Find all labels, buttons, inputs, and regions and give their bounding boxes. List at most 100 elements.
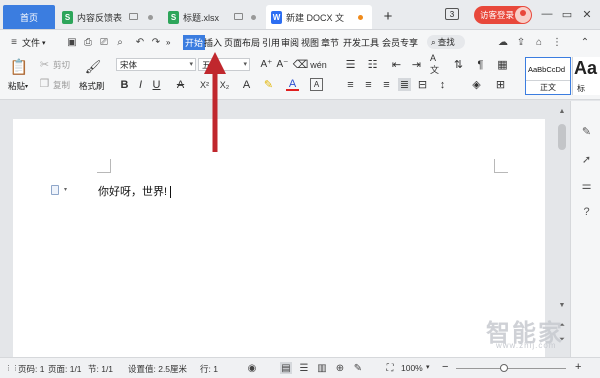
page-number-status[interactable]: 页码: 1 <box>18 363 44 375</box>
bold-icon[interactable]: B <box>118 78 131 91</box>
maximize-icon[interactable]: ▭ <box>560 6 574 22</box>
chevron-down-icon[interactable]: ▾ <box>64 186 67 193</box>
format-painter-icon[interactable]: 🖌 <box>85 58 102 75</box>
italic-icon[interactable]: I <box>134 78 147 91</box>
numbered-list-icon[interactable]: ☷ <box>366 58 379 71</box>
font-color-icon[interactable]: A <box>286 78 299 91</box>
copy-button[interactable]: 复制 <box>53 79 70 91</box>
show-marks-icon[interactable]: ¶ <box>474 58 487 71</box>
print-icon[interactable]: ⎚ <box>98 36 110 48</box>
sort-icon[interactable]: ⇅ <box>452 58 465 71</box>
text-effect-icon[interactable]: A <box>240 78 253 91</box>
menu-references[interactable]: 引用 <box>262 35 280 50</box>
tab-content-feedback[interactable]: S 内容反馈表 <box>57 5 161 29</box>
page-view-icon[interactable]: ▤ <box>280 362 292 374</box>
more-options-icon[interactable]: ⋮ <box>551 36 563 48</box>
menu-home[interactable]: 开始 <box>183 35 206 50</box>
zoom-slider-thumb[interactable] <box>500 364 508 372</box>
paste-button[interactable]: 粘贴 ▾ <box>8 80 28 92</box>
tab-home[interactable]: 首页 <box>3 5 55 29</box>
cut-button[interactable]: 剪切 <box>53 59 70 71</box>
decrease-indent-icon[interactable]: ⇤ <box>390 58 403 71</box>
row-status[interactable]: 行: 1 <box>200 363 218 375</box>
increase-indent-icon[interactable]: ⇥ <box>410 58 423 71</box>
zoom-dropdown-icon[interactable]: ▾ <box>426 363 430 371</box>
char-border-icon[interactable]: A <box>310 78 323 91</box>
zoom-slider-track[interactable] <box>456 368 566 369</box>
pages-status[interactable]: 页面: 1/1 <box>48 363 82 375</box>
visitor-login-button[interactable]: 访客登录 <box>474 6 532 24</box>
undo-icon[interactable]: ↶ <box>134 36 146 48</box>
export-pdf-icon[interactable]: ⎙ <box>82 36 94 48</box>
format-painter-button[interactable]: 格式刷 <box>79 80 105 92</box>
menu-file[interactable]: 文件 ▾ <box>22 35 46 50</box>
pinyin-icon[interactable]: wén <box>310 58 327 71</box>
window-count-badge[interactable]: 3 <box>445 8 459 20</box>
share-icon[interactable]: ⇪ <box>515 36 527 48</box>
minimize-icon[interactable]: — <box>540 6 554 22</box>
more-menu-button[interactable]: » <box>166 35 170 50</box>
strikethrough-icon[interactable]: A <box>174 78 187 91</box>
distributed-icon[interactable]: ⊟ <box>416 78 429 91</box>
justify-icon[interactable]: ≣ <box>398 78 411 91</box>
table-icon[interactable]: ▦ <box>496 58 509 71</box>
scrollbar-thumb[interactable] <box>558 124 566 150</box>
menu-insert[interactable]: 插入 <box>204 35 222 50</box>
sliders-icon[interactable]: ⚌ <box>580 179 593 192</box>
cloud-icon[interactable]: ☁ <box>497 36 509 48</box>
close-icon[interactable]: ✕ <box>580 6 594 22</box>
tab-title-xlsx[interactable]: S 标题.xlsx <box>163 5 264 29</box>
save-icon[interactable]: ▣ <box>66 36 78 48</box>
align-center-icon[interactable]: ≡ <box>362 78 375 91</box>
open-icon[interactable]: ⌂ <box>533 36 545 48</box>
menu-developer[interactable]: 开发工具 <box>343 35 379 50</box>
document-page[interactable]: ▾ 你好呀，世界! <box>13 119 545 357</box>
zoom-out-button[interactable]: − <box>442 361 448 373</box>
highlight-icon[interactable]: ✎ <box>262 78 275 91</box>
underline-icon[interactable]: U <box>150 78 163 91</box>
search-button[interactable]: ⌕ 查找 <box>427 35 465 49</box>
cursor-icon[interactable]: ➚ <box>580 153 593 166</box>
write-view-icon[interactable]: ✎ <box>352 362 364 374</box>
paragraph-handle-icon[interactable] <box>51 185 59 195</box>
grow-font-icon[interactable]: A⁺ <box>260 58 273 71</box>
menu-member[interactable]: 会员专享 <box>382 35 418 50</box>
style-heading[interactable]: Aa 标 <box>572 57 600 95</box>
line-spacing-icon[interactable]: ↕ <box>436 78 449 91</box>
hamburger-icon[interactable]: ≡ <box>8 36 20 48</box>
style-normal[interactable]: AaBbCcDd 正文 <box>525 57 571 95</box>
font-name-select[interactable]: 宋体 ▾ <box>116 58 196 71</box>
web-view-icon[interactable]: ⊕ <box>334 362 346 374</box>
monitor-icon[interactable] <box>129 13 138 20</box>
menu-page-layout[interactable]: 页面布局 <box>224 35 260 50</box>
help-icon[interactable]: ? <box>580 205 593 218</box>
scroll-down-icon[interactable]: ▼ <box>557 302 567 309</box>
document-body-text[interactable]: 你好呀，世界! <box>98 183 172 199</box>
zoom-level[interactable]: 100% <box>401 363 423 373</box>
monitor-icon[interactable] <box>234 13 243 20</box>
shrink-font-icon[interactable]: A⁻ <box>276 58 289 71</box>
unsaved-dot-icon[interactable] <box>358 15 363 20</box>
align-left-icon[interactable]: ≡ <box>344 78 357 91</box>
new-tab-button[interactable]: + <box>380 6 396 26</box>
clear-format-icon[interactable]: ⌫ <box>293 58 309 71</box>
print-preview-icon[interactable]: ⌕ <box>114 36 126 48</box>
tab-dot-icon[interactable] <box>148 15 153 20</box>
redo-icon[interactable]: ↷ <box>150 36 162 48</box>
tab-dot-icon[interactable] <box>251 15 256 20</box>
collapse-ribbon-icon[interactable]: ⌃ <box>579 36 591 48</box>
read-view-icon[interactable]: ▥ <box>316 362 328 374</box>
shading-icon[interactable]: ◈ <box>470 78 483 91</box>
borders-icon[interactable]: ⊞ <box>494 78 507 91</box>
outline-view-icon[interactable]: ☰ <box>298 362 310 374</box>
tab-new-docx[interactable]: W 新建 DOCX 文 <box>266 5 372 29</box>
scroll-up-icon[interactable]: ▲ <box>557 108 567 115</box>
zoom-in-button[interactable]: + <box>575 361 581 373</box>
fit-page-icon[interactable]: ⛶ <box>384 362 396 374</box>
bullet-list-icon[interactable]: ☰ <box>344 58 357 71</box>
menu-view[interactable]: 视图 <box>301 35 319 50</box>
pen-icon[interactable]: ✎ <box>580 125 593 138</box>
align-right-icon[interactable]: ≡ <box>380 78 393 91</box>
menu-review[interactable]: 审阅 <box>281 35 299 50</box>
paste-icon[interactable]: 📋 <box>10 58 29 76</box>
